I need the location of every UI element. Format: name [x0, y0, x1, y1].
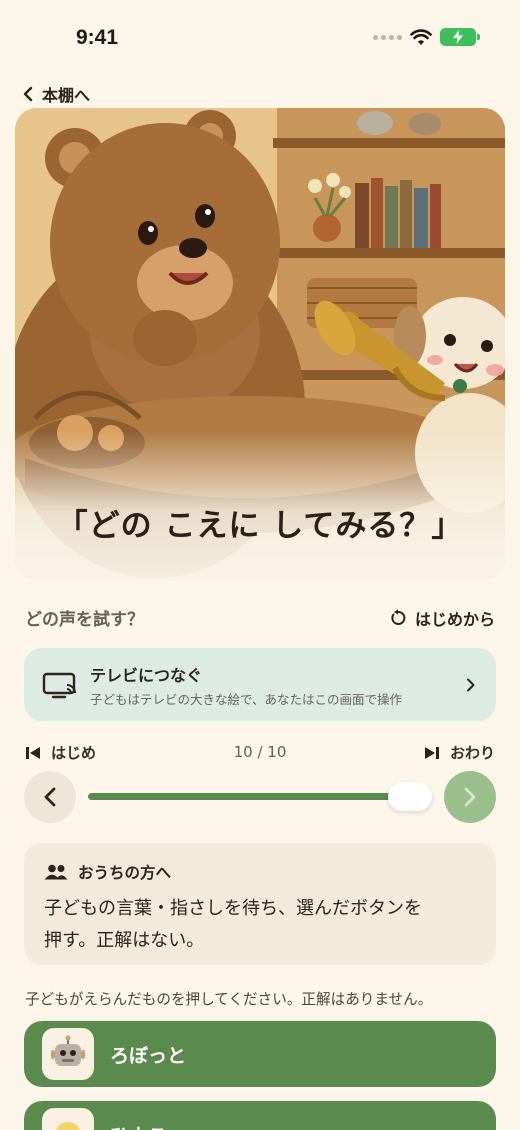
chevron-left-icon: [23, 86, 33, 102]
next-page-button[interactable]: [444, 771, 496, 823]
page-progress-slider[interactable]: [88, 782, 432, 811]
tv-cast-icon: [42, 672, 76, 698]
choice-instruction: 子どもがえらんだものを押してください。正解はありません。: [25, 991, 433, 1008]
voice-row: どの声を試す？ はじめから: [25, 605, 495, 630]
tv-title: テレビにつなぐ: [90, 665, 203, 685]
back-label: 本棚へ: [42, 86, 91, 105]
parent-note-line-1: 子どもの言葉・指さしを待ち、選んだボタンを: [44, 898, 422, 919]
people-icon: [44, 864, 68, 880]
restart-button[interactable]: はじめから: [389, 606, 495, 630]
go-to-end-button[interactable]: おわり: [424, 742, 495, 763]
choice-button-robot[interactable]: ろぼっと: [24, 1021, 496, 1087]
choice-label: ひよこ: [110, 1121, 167, 1130]
end-label: おわり: [449, 744, 495, 762]
parent-note-line-2: 押す。正解はない。: [44, 930, 205, 951]
skip-to-end-icon: [424, 746, 439, 759]
restart-icon: [391, 609, 406, 625]
voice-prompt-label: どの声を試す？: [25, 610, 144, 630]
restart-label: はじめから: [414, 609, 495, 629]
wifi-icon: [410, 28, 432, 45]
parent-note-title: おうちの方へ: [78, 864, 172, 882]
chevron-right-icon: [464, 787, 476, 807]
connect-tv-card[interactable]: テレビにつなぐ 子どもはテレビの大きな絵で、あなたはこの画面で操作: [24, 648, 496, 721]
status-time: 9:41: [76, 26, 119, 49]
progress-thumb[interactable]: [388, 782, 432, 811]
parent-note-card: おうちの方へ 子どもの言葉・指さしを待ち、選んだボタンを 押す。正解はない。: [24, 843, 496, 965]
status-icons: [373, 28, 480, 46]
progress-fill: [88, 793, 410, 800]
choice-label: ろぼっと: [110, 1044, 187, 1067]
chick-icon: [42, 1108, 94, 1130]
story-caption: 「どの こえに してみる？」: [56, 508, 464, 544]
chevron-left-icon: [44, 787, 56, 807]
back-to-bookshelf-link[interactable]: 本棚へ: [22, 82, 90, 106]
cellular-signal-icon: [373, 34, 402, 40]
status-bar: 9:41: [0, 0, 520, 70]
pager-row: はじめ 10 / 10 おわり: [25, 742, 495, 764]
robot-icon: [42, 1028, 94, 1080]
choice-button-chick[interactable]: ひよこ: [24, 1101, 496, 1130]
chevron-right-icon: [467, 678, 475, 691]
battery-charging-icon: [440, 28, 480, 46]
previous-page-button[interactable]: [24, 771, 76, 823]
tv-subtitle: 子どもはテレビの大きな絵で、あなたはこの画面で操作: [90, 691, 403, 707]
